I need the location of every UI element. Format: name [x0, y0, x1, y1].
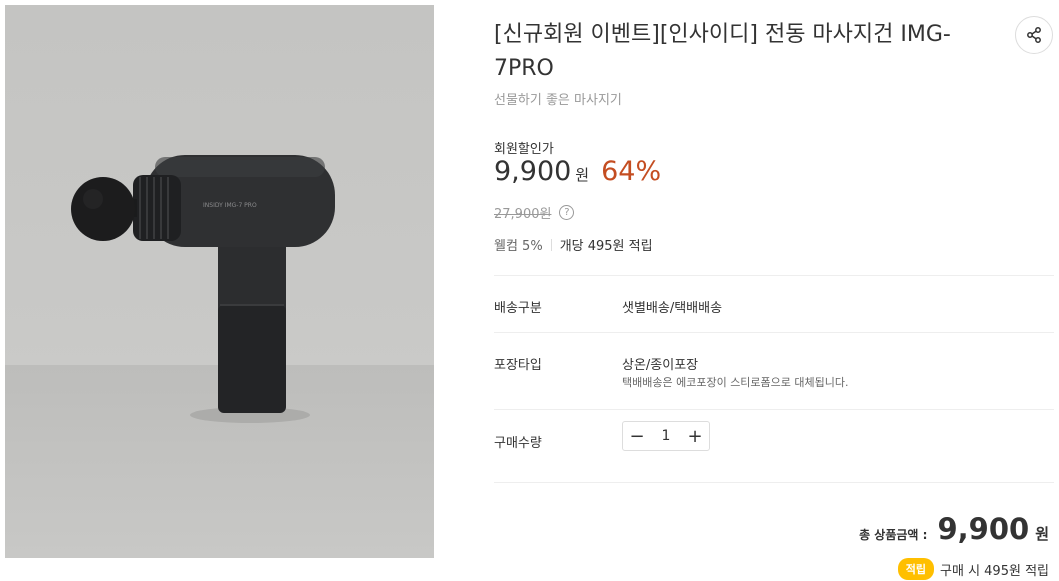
divider — [494, 409, 1054, 410]
sale-price: 9,900 — [494, 156, 572, 187]
delivery-label: 배송구분 — [494, 301, 542, 316]
discount-rate: 64% — [601, 156, 662, 187]
welcome-discount: 웰컴 5% — [494, 239, 543, 254]
product-subtitle: 선물하기 좋은 마사지기 — [494, 93, 622, 108]
price-label: 회원할인가 — [494, 142, 554, 157]
total-price-row: 총 상품금액 : 9,900 원 — [859, 512, 1049, 546]
quantity-stepper: − 1 + — [622, 421, 710, 451]
divider — [494, 275, 1054, 276]
price-unit: 원 — [575, 166, 590, 184]
product-image: INSIDY IMG-7 PRO — [5, 5, 434, 558]
total-unit: 원 — [1035, 525, 1049, 543]
divider — [494, 332, 1054, 333]
total-label: 총 상품금액 : — [859, 528, 928, 542]
points-text: 구매 시 495원 적립 — [940, 563, 1049, 579]
reward-row: 웰컴 5% 개당 495원 적립 — [494, 235, 653, 254]
points-badge: 적립 — [897, 558, 935, 580]
package-note: 택배배송은 에코포장이 스티로폼으로 대체됩니다. — [622, 376, 849, 389]
divider — [494, 482, 1054, 483]
reward-divider — [550, 238, 552, 251]
increase-button[interactable]: + — [681, 422, 709, 450]
delivery-value: 샛별배송/택배배송 — [622, 301, 723, 316]
points-row: 적립 구매 시 495원 적립 — [897, 558, 1049, 580]
total-price: 9,900 — [937, 512, 1030, 546]
share-icon — [1027, 27, 1041, 43]
package-label: 포장타입 — [494, 358, 542, 373]
share-button[interactable] — [1015, 16, 1053, 54]
package-value: 상온/종이포장 — [622, 358, 699, 373]
massage-gun-illustration: INSIDY IMG-7 PRO — [71, 155, 335, 423]
original-price: 27,900원 — [494, 207, 552, 222]
decrease-button[interactable]: − — [623, 422, 651, 450]
price-row: 9,900 원 64% — [494, 156, 661, 187]
svg-text:INSIDY IMG-7 PRO: INSIDY IMG-7 PRO — [203, 202, 257, 209]
original-price-row: 27,900원 ? — [494, 203, 575, 222]
reward-point: 개당 495원 적립 — [559, 239, 653, 254]
product-info-panel: [신규회원 이벤트][인사이디] 전동 마사지건 IMG-7PRO 선물하기 좋… — [494, 0, 1054, 581]
question-icon[interactable]: ? — [559, 205, 575, 220]
quantity-label: 구매수량 — [494, 436, 542, 451]
quantity-value[interactable]: 1 — [651, 428, 681, 444]
product-title: [신규회원 이벤트][인사이디] 전동 마사지건 IMG-7PRO — [494, 22, 951, 81]
